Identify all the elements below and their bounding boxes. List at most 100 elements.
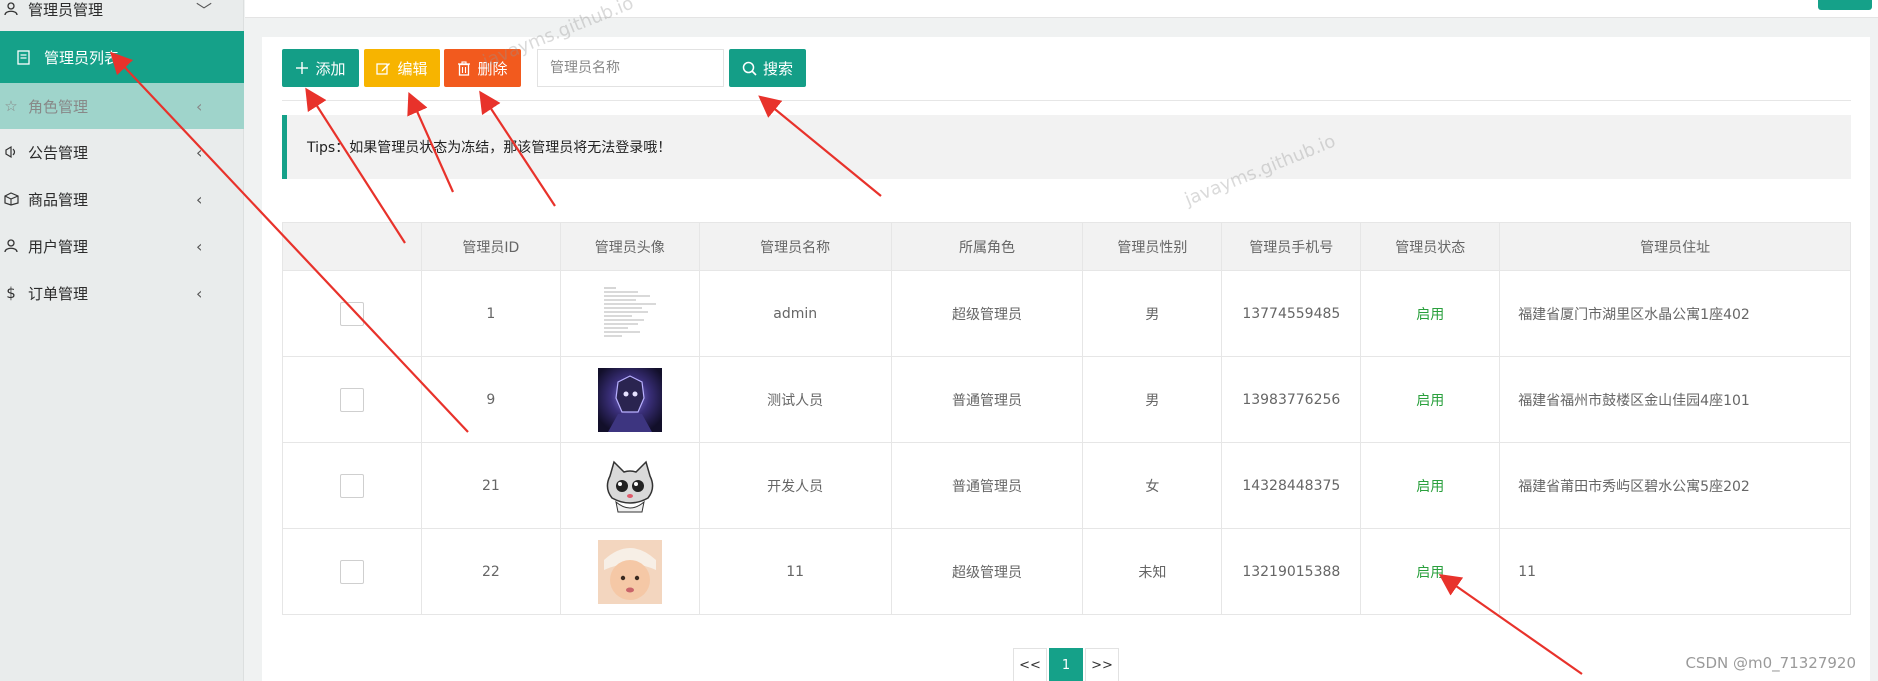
column-header-avatar: 管理员头像 xyxy=(559,222,700,271)
cell-role: 普通管理员 xyxy=(890,442,1084,529)
cell-id: 21 xyxy=(420,442,561,529)
sidebar-item-label: 用户管理 xyxy=(28,237,89,256)
column-header-gender: 管理员性别 xyxy=(1082,222,1223,271)
edit-button[interactable]: 编辑 xyxy=(364,49,440,87)
cell-role: 超级管理员 xyxy=(890,528,1084,615)
add-button-label: 添加 xyxy=(315,59,346,78)
column-header-select xyxy=(282,222,422,271)
sidebar-item-admin-management[interactable]: 管理员管理 ﹀ xyxy=(0,0,244,32)
dollar-icon: $ xyxy=(6,284,16,302)
cell-address: 福建省福州市鼓楼区金山佳园4座101 xyxy=(1499,356,1851,443)
chevron-left-icon: ‹ xyxy=(196,283,203,303)
cell-gender: 男 xyxy=(1082,270,1223,357)
pager-current-page[interactable]: 1 xyxy=(1049,648,1083,681)
column-header-address: 管理员住址 xyxy=(1499,222,1851,271)
user-icon xyxy=(0,235,22,257)
table-row[interactable]: 9 测试人员 普通管理员 男 13983776256 启用 福建省福州市鼓楼区金… xyxy=(282,356,1851,443)
sidebar-item-label: 商品管理 xyxy=(28,190,89,209)
cell-name: 测试人员 xyxy=(698,356,892,443)
star-icon: ☆ xyxy=(4,97,18,115)
cell-id: 1 xyxy=(420,270,561,357)
chevron-left-icon: ‹ xyxy=(196,236,203,256)
cell-phone: 13219015388 xyxy=(1221,528,1362,615)
row-checkbox[interactable] xyxy=(339,301,364,326)
user-admin-icon xyxy=(0,0,22,20)
column-header-id: 管理员ID xyxy=(420,222,561,271)
top-action-button[interactable] xyxy=(1818,0,1872,10)
row-checkbox[interactable] xyxy=(339,473,364,498)
row-checkbox[interactable] xyxy=(339,559,364,584)
sidebar-item-label: 公告管理 xyxy=(28,143,89,162)
cell-address: 11 xyxy=(1499,528,1851,615)
sidebar-item-role-management[interactable]: ☆ 角色管理 ‹ xyxy=(0,83,244,129)
cell-name: admin xyxy=(698,270,892,357)
pager-prev-button[interactable]: << xyxy=(1013,648,1047,681)
list-icon xyxy=(12,46,34,68)
cell-gender: 男 xyxy=(1082,356,1223,443)
sidebar-item-goods-management[interactable]: 商品管理 ‹ xyxy=(0,176,244,222)
edit-button-label: 编辑 xyxy=(397,59,428,78)
cell-phone: 14328448375 xyxy=(1221,442,1362,529)
table-row[interactable]: 22 11 超级管理员 未知 13219015388 启用 11 xyxy=(282,528,1851,615)
search-button[interactable]: 搜索 xyxy=(729,49,806,87)
divider xyxy=(282,100,1851,101)
status-badge: 启用 xyxy=(1360,528,1501,615)
avatar xyxy=(597,281,662,346)
pager-next-button[interactable]: >> xyxy=(1085,648,1119,681)
cell-role: 普通管理员 xyxy=(890,356,1084,443)
cell-role: 超级管理员 xyxy=(890,270,1084,357)
add-button[interactable]: 添加 xyxy=(282,49,359,87)
sidebar-item-announcement-management[interactable]: 公告管理 ‹ xyxy=(0,129,244,175)
avatar xyxy=(597,453,662,518)
pagination: << 1 >> xyxy=(1013,648,1119,681)
status-badge: 启用 xyxy=(1360,270,1501,357)
cell-gender: 未知 xyxy=(1082,528,1223,615)
tips-banner: Tips：如果管理员状态为冻结，那该管理员将无法登录哦！ xyxy=(282,115,1851,179)
chevron-left-icon: ‹ xyxy=(196,189,203,209)
cell-phone: 13774559485 xyxy=(1221,270,1362,357)
column-header-phone: 管理员手机号 xyxy=(1221,222,1362,271)
search-icon xyxy=(742,61,757,76)
sidebar-item-label: 订单管理 xyxy=(28,284,89,303)
sidebar: 管理员管理 ﹀ 管理员列表 ☆ 角色管理 ‹ 公告管理 ‹ 商品管理 ‹ 用户管… xyxy=(0,0,244,681)
avatar xyxy=(597,539,662,604)
cell-name: 开发人员 xyxy=(698,442,892,529)
edit-icon xyxy=(376,62,391,75)
sidebar-item-admin-list[interactable]: 管理员列表 xyxy=(0,31,244,83)
sidebar-item-label: 角色管理 xyxy=(28,97,89,116)
status-badge: 启用 xyxy=(1360,356,1501,443)
sidebar-item-label: 管理员管理 xyxy=(28,0,104,19)
cell-name: 11 xyxy=(698,528,892,615)
table-row[interactable]: 21 开发人员 普通管理员 女 14328448375 启用 福建省莆田市秀屿区… xyxy=(282,442,1851,529)
announce-icon xyxy=(0,141,22,163)
sidebar-item-user-management[interactable]: 用户管理 ‹ xyxy=(0,223,244,269)
status-badge: 启用 xyxy=(1360,442,1501,529)
table-header-row: 管理员ID 管理员头像 管理员名称 所属角色 管理员性别 管理员手机号 管理员状… xyxy=(282,222,1851,271)
table-row[interactable]: 1 admin 超级管理员 男 13774559485 启用 福建省厦门市湖里区… xyxy=(282,270,1851,357)
cell-address: 福建省莆田市秀屿区碧水公寓5座202 xyxy=(1499,442,1851,529)
column-header-name: 管理员名称 xyxy=(698,222,892,271)
chevron-left-icon: ‹ xyxy=(196,142,203,162)
cell-id: 9 xyxy=(420,356,561,443)
trash-icon xyxy=(458,60,471,76)
sidebar-item-order-management[interactable]: $ 订单管理 ‹ xyxy=(0,270,244,316)
cell-gender: 女 xyxy=(1082,442,1223,529)
column-header-role: 所属角色 xyxy=(890,222,1084,271)
goods-icon xyxy=(0,188,22,210)
cell-address: 福建省厦门市湖里区水晶公寓1座402 xyxy=(1499,270,1851,357)
column-header-status: 管理员状态 xyxy=(1360,222,1501,271)
csdn-credit: CSDN @m0_71327920 xyxy=(1685,654,1856,672)
admin-name-search-input[interactable] xyxy=(537,49,724,87)
cell-id: 22 xyxy=(420,528,561,615)
avatar xyxy=(597,367,662,432)
admin-table: 管理员ID 管理员头像 管理员名称 所属角色 管理员性别 管理员手机号 管理员状… xyxy=(282,222,1851,615)
chevron-left-icon: ‹ xyxy=(196,96,203,116)
chevron-down-icon: ﹀ xyxy=(196,1,213,20)
search-button-label: 搜索 xyxy=(762,59,793,78)
cell-phone: 13983776256 xyxy=(1221,356,1362,443)
plus-icon xyxy=(296,62,309,74)
tips-text: Tips：如果管理员状态为冻结，那该管理员将无法登录哦！ xyxy=(307,140,672,156)
top-bar xyxy=(245,0,1878,18)
sidebar-item-label: 管理员列表 xyxy=(44,48,120,67)
row-checkbox[interactable] xyxy=(339,387,364,412)
